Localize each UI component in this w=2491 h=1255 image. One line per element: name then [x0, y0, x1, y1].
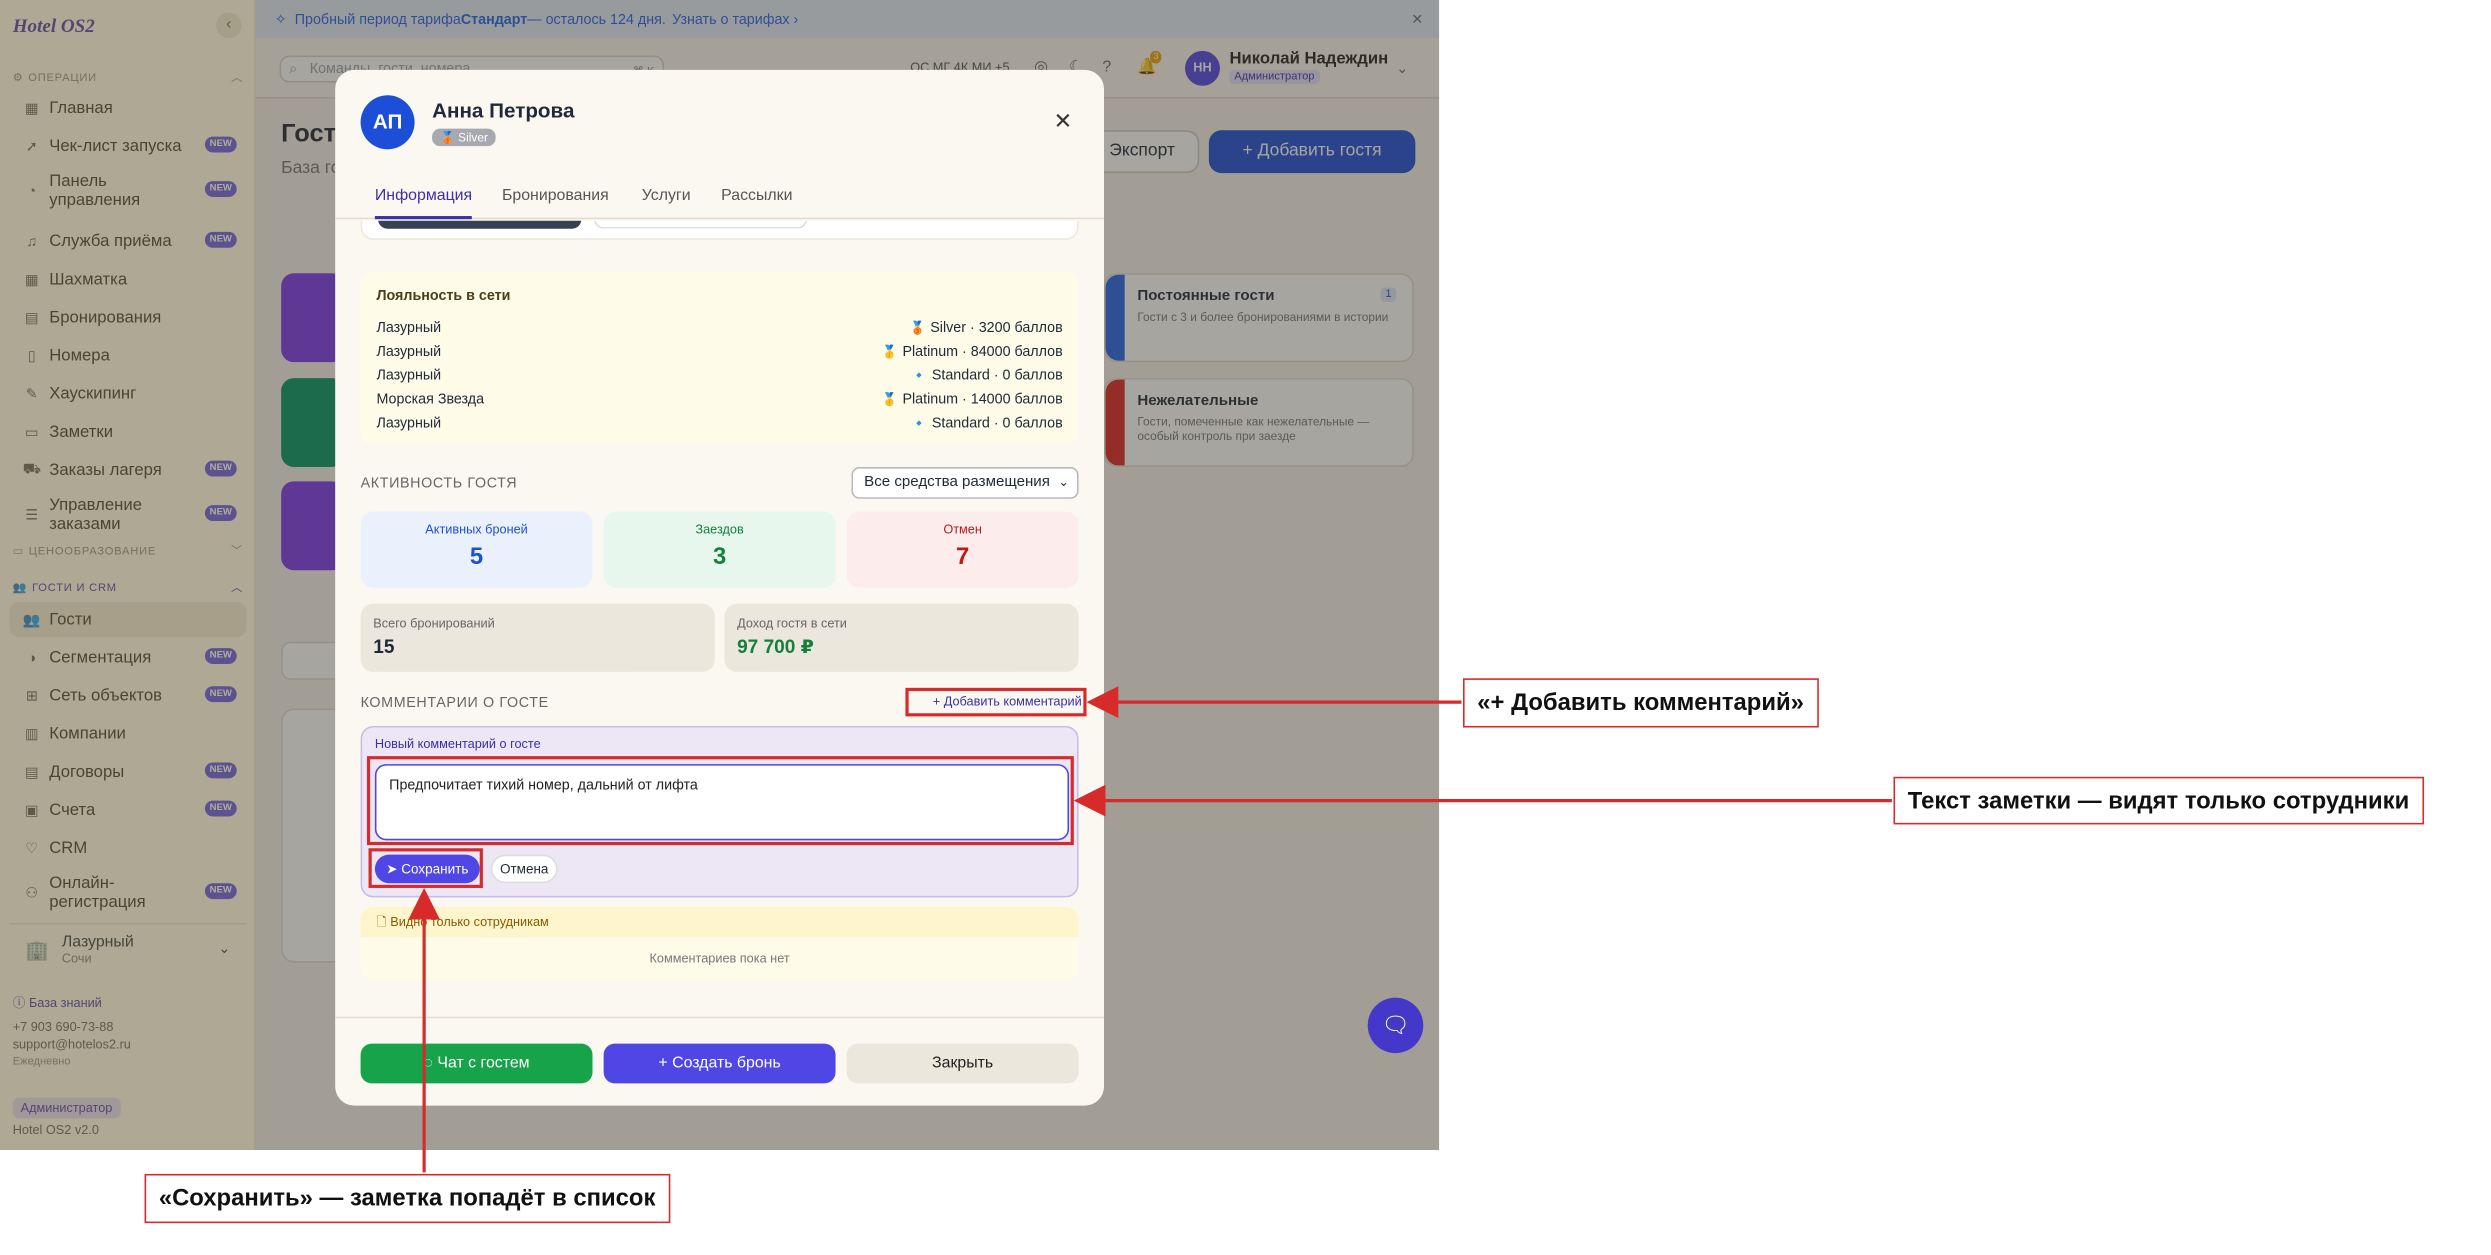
- callout-add-comment: «+ Добавить комментарий»: [1463, 678, 1819, 728]
- callout-note-text: Текст заметки — видят только сотрудники: [1893, 776, 2424, 825]
- annotation-arrows: [408, 686, 1892, 1173]
- callout-save: «Сохранить» — заметка попадёт в список: [144, 1173, 670, 1224]
